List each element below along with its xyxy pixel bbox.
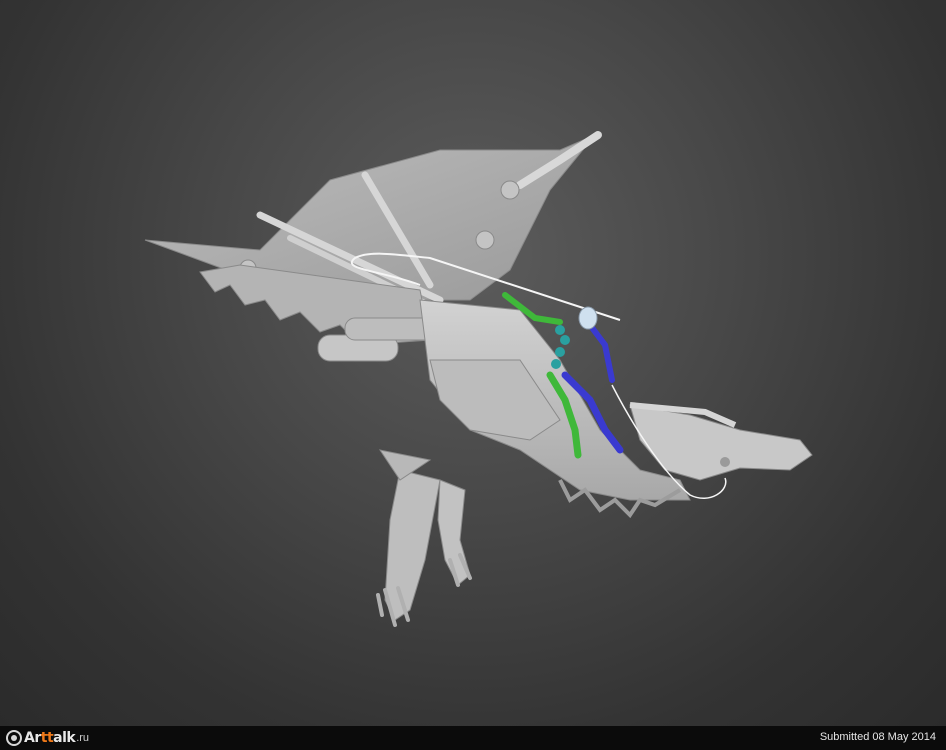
dragon-render <box>144 131 813 627</box>
render-viewport <box>0 0 946 726</box>
logo-rest: alk <box>53 730 76 746</box>
submitted-date: Submitted 08 May 2014 <box>819 731 936 743</box>
logo-suffix: .ru <box>76 732 90 744</box>
rider-head <box>578 306 598 330</box>
arttalk-logo[interactable]: Arttalk .ru <box>6 729 89 747</box>
logo-icon <box>6 730 22 746</box>
dragon-leg <box>384 469 441 621</box>
logo-prefix: Ar <box>24 730 41 746</box>
footer-bar: Arttalk .ru Submitted 08 May 2014 <box>0 726 946 750</box>
rider-rig-blue <box>587 322 615 383</box>
logo-highlight: tt <box>40 730 54 746</box>
